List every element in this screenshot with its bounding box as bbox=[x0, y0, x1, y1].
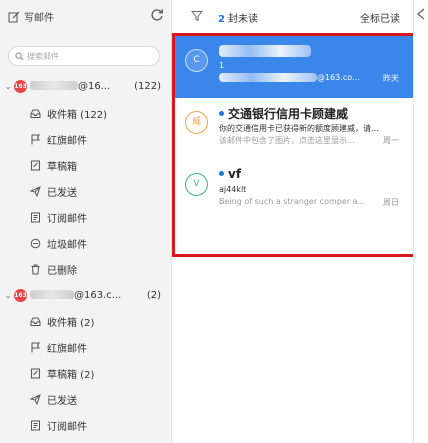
mail-time: 周日 bbox=[383, 198, 399, 207]
mail-sender: 交通银行信用卡顾建威 bbox=[219, 105, 348, 122]
search-box[interactable] bbox=[8, 46, 160, 66]
mail-sender bbox=[219, 43, 311, 57]
folder-drafts[interactable]: 草稿箱 (2) bbox=[0, 363, 172, 383]
folder-subscriptions[interactable]: 订阅邮件 bbox=[0, 415, 172, 435]
folder-label: 草稿箱 (2) bbox=[47, 369, 95, 381]
chevron-down-icon[interactable]: ⌄ bbox=[2, 82, 14, 91]
mail-item[interactable]: 威 交通银行信用卡顾建威 你的交通信用卡已获得新的额度顾建威，请... 该邮件中… bbox=[173, 98, 413, 160]
compose-button[interactable]: 写邮件 bbox=[8, 9, 54, 24]
compose-icon bbox=[8, 11, 20, 22]
flag-icon bbox=[31, 134, 40, 144]
reading-pane-edge bbox=[413, 0, 428, 443]
folder-flagged[interactable]: 红旗邮件 bbox=[0, 129, 172, 149]
mail-time: 昨天 bbox=[383, 74, 399, 83]
folder-label: 收件箱 (122) bbox=[47, 109, 108, 121]
sender-avatar: V bbox=[185, 173, 208, 196]
flag-icon bbox=[31, 342, 40, 352]
folder-label: 收件箱 (2) bbox=[47, 317, 95, 329]
netease-163-icon: 163 bbox=[14, 79, 27, 93]
folder-trash[interactable]: 已删除 bbox=[0, 259, 172, 279]
sent-icon bbox=[30, 185, 41, 197]
mail-preview: 该邮件中包含了图片，点击这里显示... bbox=[219, 136, 355, 145]
chevron-down-icon[interactable]: ⌄ bbox=[2, 291, 14, 300]
unread-count: 2 bbox=[218, 14, 225, 25]
mail-preview: @163.co... bbox=[219, 73, 369, 82]
folder-label: 垃圾邮件 bbox=[47, 239, 87, 251]
account-address: @163.c... bbox=[30, 289, 126, 301]
filter-icon[interactable] bbox=[191, 10, 203, 22]
mail-item[interactable]: C 1 @163.co... 昨天 bbox=[173, 36, 413, 98]
account-2[interactable]: ⌄ 163 @163.c... (2) bbox=[0, 287, 172, 303]
search-input[interactable] bbox=[27, 51, 147, 61]
folder-inbox[interactable]: 收件箱 (122) bbox=[0, 103, 172, 123]
mail-subject: aj44klt bbox=[219, 185, 247, 194]
netease-163-icon: 163 bbox=[14, 288, 27, 302]
mail-time: 周一 bbox=[383, 136, 399, 145]
folder-label: 已发送 bbox=[47, 187, 77, 199]
mail-item[interactable]: V vf aj44klt Being of such a stranger co… bbox=[173, 160, 413, 222]
folder-label: 草稿箱 bbox=[47, 161, 77, 173]
folder-label: 红旗邮件 bbox=[47, 343, 87, 355]
folder-label: 订阅邮件 bbox=[47, 213, 87, 225]
unread-dot bbox=[219, 111, 224, 116]
folder-label: 已发送 bbox=[47, 395, 77, 407]
sent-icon bbox=[30, 393, 41, 405]
subscription-icon bbox=[31, 212, 40, 222]
account-count: (2) bbox=[146, 289, 161, 301]
folder-label: 订阅邮件 bbox=[47, 421, 87, 433]
folder-spam[interactable]: 垃圾邮件 bbox=[0, 233, 172, 253]
inbox-icon bbox=[30, 109, 41, 118]
unread-dot bbox=[219, 171, 224, 176]
folder-drafts[interactable]: 草稿箱 bbox=[0, 155, 172, 175]
mail-preview: Being of such a stranger comper a... bbox=[219, 197, 366, 206]
folder-subscriptions[interactable]: 订阅邮件 bbox=[0, 207, 172, 227]
folder-label: 红旗邮件 bbox=[47, 135, 87, 147]
folder-flagged[interactable]: 红旗邮件 bbox=[0, 337, 172, 357]
spam-icon bbox=[30, 238, 41, 248]
sender-avatar: 威 bbox=[185, 111, 208, 134]
mail-subject: 你的交通信用卡已获得新的额度顾建威，请... bbox=[219, 124, 379, 133]
chevron-left-icon[interactable] bbox=[416, 8, 426, 20]
mail-list-header: 2 封未读 全标已读 bbox=[173, 0, 413, 34]
account-count: (122) bbox=[134, 80, 161, 92]
mail-sender: vf bbox=[219, 167, 241, 181]
sidebar-header: 写邮件 bbox=[0, 0, 172, 34]
account-1[interactable]: ⌄ 163 @16... (122) bbox=[0, 78, 172, 94]
inbox-icon bbox=[30, 317, 41, 326]
search-icon bbox=[15, 51, 24, 61]
folder-inbox[interactable]: 收件箱 (2) bbox=[0, 311, 172, 331]
draft-icon bbox=[31, 368, 40, 378]
refresh-icon[interactable] bbox=[150, 8, 164, 22]
draft-icon bbox=[31, 160, 40, 170]
folder-sent[interactable]: 已发送 bbox=[0, 389, 172, 409]
sidebar: 写邮件 ⌄ 163 @16... (122) 收件箱 (122) 红旗邮件 草稿… bbox=[0, 0, 172, 443]
trash-icon bbox=[31, 264, 40, 274]
folder-sent[interactable]: 已发送 bbox=[0, 181, 172, 201]
folder-label: 已删除 bbox=[47, 265, 77, 277]
subscription-icon bbox=[31, 420, 40, 430]
unread-summary: 2 封未读 bbox=[218, 10, 258, 25]
account-address: @16... bbox=[30, 80, 126, 92]
mark-all-read-button[interactable]: 全标已读 bbox=[360, 10, 400, 25]
compose-label: 写邮件 bbox=[24, 13, 54, 24]
mail-list-pane: 2 封未读 全标已读 C 1 @163.co... 昨天 威 交通银行信用卡顾建威… bbox=[173, 0, 413, 443]
mail-subject: 1 bbox=[219, 61, 225, 70]
unread-label: 封未读 bbox=[227, 14, 258, 25]
sender-avatar: C bbox=[185, 49, 208, 72]
